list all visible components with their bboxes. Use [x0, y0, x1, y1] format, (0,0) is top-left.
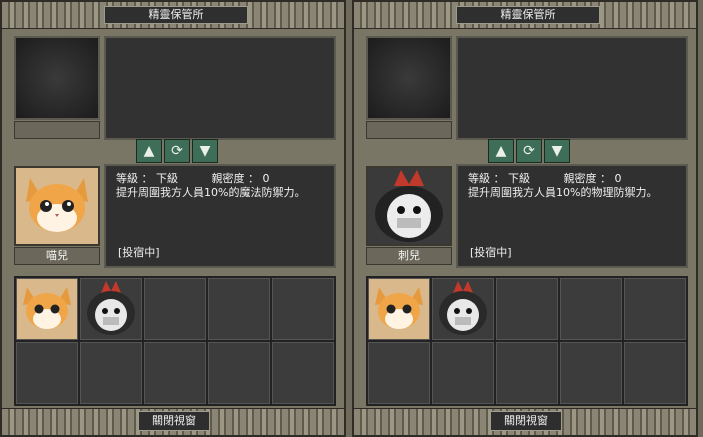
window-title: 精靈保管所: [104, 6, 248, 24]
hedgehog-pet-icon[interactable]: [366, 166, 452, 246]
hedgehog-pet-icon: [433, 279, 493, 339]
storage-slot-empty[interactable]: [624, 342, 686, 404]
storage-slot-cat[interactable]: [368, 278, 430, 340]
storage-slot-hedgehog[interactable]: [432, 278, 494, 340]
pet-storage-grid: [366, 276, 688, 406]
arrow-down-icon[interactable]: ▼: [192, 139, 218, 163]
window-title: 精靈保管所: [456, 6, 600, 24]
storage-slot-cat[interactable]: [16, 278, 78, 340]
action-buttons: ▲ ⟳ ▼: [136, 139, 218, 163]
spirit-storage-window-left: 精靈保管所 ▲ ⟳ ▼ 喵兒 等級 ： 下級 親密度 ： 0 提升周圍我方人員1…: [0, 0, 346, 437]
pet-affinity: 親密度 ： 0: [211, 172, 270, 185]
cat-pet-icon: [369, 279, 429, 339]
storage-slot-empty[interactable]: [624, 278, 686, 340]
storage-slot-empty[interactable]: [208, 278, 270, 340]
arrow-up-icon[interactable]: ▲: [488, 139, 514, 163]
storage-slot-empty[interactable]: [144, 278, 206, 340]
pet-info-box: 等級 ： 下級 親密度 ： 0 提升周圍我方人員10%的物理防禦力。 [投宿中]: [456, 164, 688, 268]
pet-name: 喵兒: [14, 247, 100, 265]
close-window-button[interactable]: 關閉視窗: [138, 411, 210, 431]
refresh-icon[interactable]: ⟳: [164, 139, 190, 163]
storage-slot-empty[interactable]: [496, 278, 558, 340]
empty-portrait-slot[interactable]: [366, 36, 452, 120]
storage-slot-empty[interactable]: [368, 342, 430, 404]
empty-info-box: [104, 36, 336, 140]
storage-slot-empty[interactable]: [144, 342, 206, 404]
pet-info-box: 等級 ： 下級 親密度 ： 0 提升周圍我方人員10%的魔法防禦力。 [投宿中]: [104, 164, 336, 268]
empty-name-plate: [14, 121, 100, 139]
pet-level: 等級 ： 下級: [468, 172, 530, 185]
pet-storage-grid: [14, 276, 336, 406]
empty-info-box: [456, 36, 688, 140]
cat-pet-icon[interactable]: [14, 166, 100, 246]
storage-slot-empty[interactable]: [496, 342, 558, 404]
action-buttons: ▲ ⟳ ▼: [488, 139, 570, 163]
storage-slot-hedgehog[interactable]: [80, 278, 142, 340]
storage-slot-empty[interactable]: [432, 342, 494, 404]
storage-slot-empty[interactable]: [560, 342, 622, 404]
hedgehog-pet-icon: [81, 279, 141, 339]
storage-slot-empty[interactable]: [560, 278, 622, 340]
arrow-down-icon[interactable]: ▼: [544, 139, 570, 163]
pet-description: 提升周圍我方人員10%的魔法防禦力。: [116, 186, 306, 199]
pet-status: [投宿中]: [118, 246, 160, 259]
pet-affinity: 親密度 ： 0: [563, 172, 622, 185]
empty-portrait-slot[interactable]: [14, 36, 100, 120]
storage-slot-empty[interactable]: [80, 342, 142, 404]
pet-description: 提升周圍我方人員10%的物理防禦力。: [468, 186, 658, 199]
cat-pet-icon: [17, 279, 77, 339]
pet-name: 刺兒: [366, 247, 452, 265]
close-window-button[interactable]: 關閉視窗: [490, 411, 562, 431]
arrow-up-icon[interactable]: ▲: [136, 139, 162, 163]
storage-slot-empty[interactable]: [208, 342, 270, 404]
refresh-icon[interactable]: ⟳: [516, 139, 542, 163]
pet-level: 等級 ： 下級: [116, 172, 178, 185]
empty-name-plate: [366, 121, 452, 139]
storage-slot-empty[interactable]: [16, 342, 78, 404]
storage-slot-empty[interactable]: [272, 342, 334, 404]
storage-slot-empty[interactable]: [272, 278, 334, 340]
pet-status: [投宿中]: [470, 246, 512, 259]
spirit-storage-window-right: 精靈保管所 ▲ ⟳ ▼ 刺兒 等級 ： 下級 親密度 ： 0 提升周圍我方人員1…: [352, 0, 698, 437]
